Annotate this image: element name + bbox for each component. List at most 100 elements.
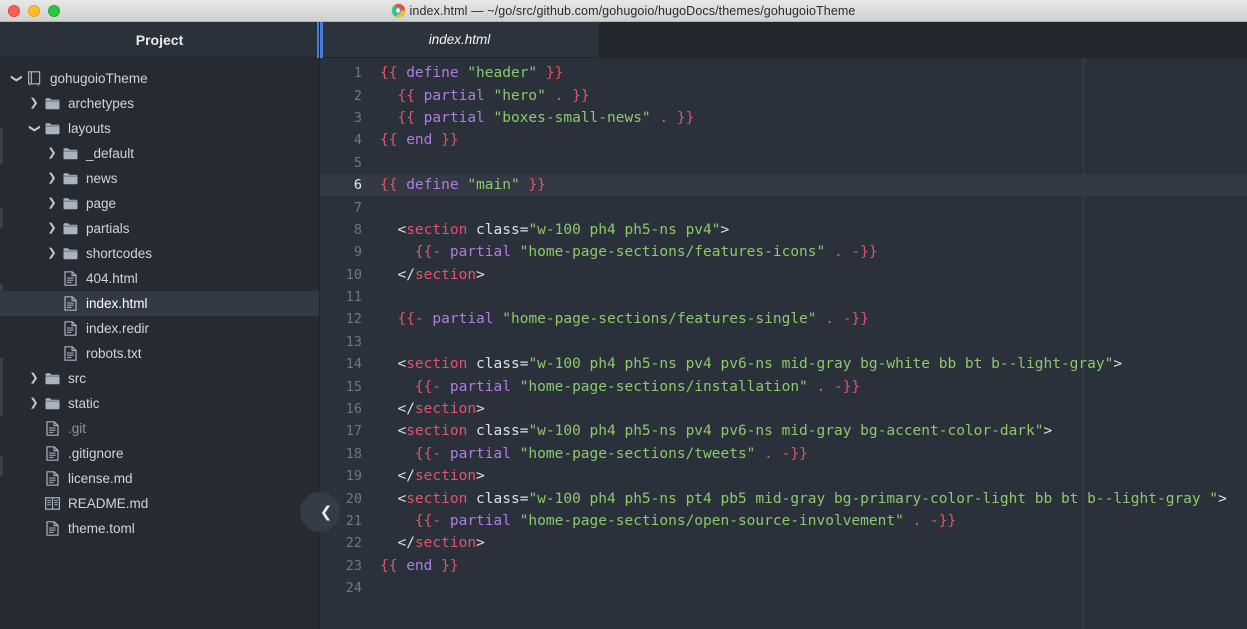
code-line[interactable]: 12 {{- partial "home-page-sections/featu… bbox=[320, 308, 1247, 330]
tree-item-readme-md[interactable]: README.md bbox=[0, 491, 319, 516]
code-line[interactable]: 4{{ end }} bbox=[320, 129, 1247, 151]
tree-item-shortcodes[interactable]: ❯shortcodes bbox=[0, 241, 319, 266]
token-plain bbox=[755, 446, 764, 462]
line-number: 17 bbox=[320, 423, 370, 439]
file-icon bbox=[42, 446, 62, 461]
code-line[interactable]: 3 {{ partial "boxes-small-news" . }} bbox=[320, 107, 1247, 129]
tree-item-license-md[interactable]: license.md bbox=[0, 466, 319, 491]
tree-item-page[interactable]: ❯page bbox=[0, 191, 319, 216]
tree-item-src[interactable]: ❯src bbox=[0, 366, 319, 391]
line-source: <section class="w-100 ph4 ph5-ns pt4 pb5… bbox=[370, 491, 1227, 507]
code-line[interactable]: 2 {{ partial "hero" . }} bbox=[320, 84, 1247, 106]
token-plain bbox=[380, 379, 415, 395]
tree-item-default[interactable]: ❯_default bbox=[0, 141, 319, 166]
chevron-right-icon[interactable]: ❯ bbox=[44, 173, 60, 184]
tree-item-label: license.md bbox=[68, 471, 133, 486]
tree-item-index-redir[interactable]: index.redir bbox=[0, 316, 319, 341]
token-punc: < bbox=[397, 423, 406, 439]
token-delim: {{ bbox=[397, 88, 414, 104]
token-plain bbox=[380, 401, 397, 417]
code-line[interactable]: 14 <section class="w-100 ph4 ph5-ns pv4 … bbox=[320, 353, 1247, 375]
file-icon bbox=[60, 296, 80, 311]
line-source: {{ end }} bbox=[370, 132, 459, 148]
chevron-down-icon[interactable]: ❯ bbox=[11, 71, 22, 87]
tree-item-partials[interactable]: ❯partials bbox=[0, 216, 319, 241]
token-punc: < bbox=[397, 356, 406, 372]
code-line[interactable]: 21 {{- partial "home-page-sections/open-… bbox=[320, 510, 1247, 532]
token-plain bbox=[380, 110, 397, 126]
chevron-right-icon[interactable]: ❯ bbox=[26, 373, 42, 384]
token-dot: . bbox=[834, 244, 843, 260]
token-plain bbox=[380, 535, 397, 551]
token-delim: {{- bbox=[415, 244, 441, 260]
code-line[interactable]: 17 <section class="w-100 ph4 ph5-ns pv4 … bbox=[320, 420, 1247, 442]
line-number: 11 bbox=[320, 289, 370, 305]
code-line[interactable]: 11 bbox=[320, 286, 1247, 308]
chevron-right-icon[interactable]: ❯ bbox=[44, 248, 60, 259]
chevron-down-icon[interactable]: ❯ bbox=[29, 121, 40, 137]
code-line[interactable]: 15 {{- partial "home-page-sections/insta… bbox=[320, 375, 1247, 397]
code-line[interactable]: 19 </section> bbox=[320, 465, 1247, 487]
code-line[interactable]: 6{{ define "main" }} bbox=[320, 174, 1247, 196]
code-line[interactable]: 8 <section class="w-100 ph4 ph5-ns pv4"> bbox=[320, 219, 1247, 241]
token-plain bbox=[441, 513, 450, 529]
code-line[interactable]: 9 {{- partial "home-page-sections/featur… bbox=[320, 241, 1247, 263]
tree-item-git[interactable]: .git bbox=[0, 416, 319, 441]
code-line[interactable]: 22 </section> bbox=[320, 532, 1247, 554]
folder-icon bbox=[60, 247, 80, 260]
tree-item-theme-toml[interactable]: theme.toml bbox=[0, 516, 319, 541]
token-dot: . bbox=[764, 446, 773, 462]
tree-item-label: .gitignore bbox=[68, 446, 124, 461]
tree-item-robots-txt[interactable]: robots.txt bbox=[0, 341, 319, 366]
token-plain bbox=[485, 110, 494, 126]
token-plain bbox=[467, 423, 476, 439]
tree-item-archetypes[interactable]: ❯archetypes bbox=[0, 91, 319, 116]
code-line[interactable]: 1{{ define "header" }} bbox=[320, 62, 1247, 84]
code-line[interactable]: 20 <section class="w-100 ph4 ph5-ns pt4 … bbox=[320, 487, 1247, 509]
close-button[interactable] bbox=[8, 5, 20, 17]
file-icon bbox=[60, 346, 80, 361]
chevron-right-icon[interactable]: ❯ bbox=[44, 148, 60, 159]
code-line[interactable]: 10 </section> bbox=[320, 264, 1247, 286]
token-delim: }} bbox=[677, 110, 694, 126]
code-line[interactable]: 7 bbox=[320, 196, 1247, 218]
minimize-button[interactable] bbox=[28, 5, 40, 17]
file-tree[interactable]: ❯gohugoioTheme❯archetypes❯layouts❯_defau… bbox=[0, 58, 319, 629]
token-dot: . bbox=[825, 311, 834, 327]
chevron-right-icon[interactable]: ❯ bbox=[26, 98, 42, 109]
token-delim: {{- bbox=[415, 379, 441, 395]
tree-item-404-html[interactable]: 404.html bbox=[0, 266, 319, 291]
token-plain bbox=[467, 491, 476, 507]
chevron-right-icon[interactable]: ❯ bbox=[26, 398, 42, 409]
token-kw: partial bbox=[432, 311, 493, 327]
token-punc: </ bbox=[397, 468, 414, 484]
folder-icon bbox=[42, 397, 62, 410]
code-line[interactable]: 5 bbox=[320, 152, 1247, 174]
folder-icon bbox=[42, 372, 62, 385]
token-plain bbox=[397, 65, 406, 81]
editor-tabbar: index.html bbox=[320, 22, 1247, 58]
code-line[interactable]: 24 bbox=[320, 577, 1247, 599]
tree-item-index-html[interactable]: index.html bbox=[0, 291, 319, 316]
sidebar-collapse-button[interactable]: ❮ bbox=[300, 492, 340, 532]
tree-item-news[interactable]: ❯news bbox=[0, 166, 319, 191]
code-line[interactable]: 23{{ end }} bbox=[320, 555, 1247, 577]
code-line[interactable]: 18 {{- partial "home-page-sections/tweet… bbox=[320, 443, 1247, 465]
chevron-right-icon[interactable]: ❯ bbox=[44, 198, 60, 209]
tab-index-html[interactable]: index.html bbox=[320, 22, 600, 57]
maximize-button[interactable] bbox=[48, 5, 60, 17]
window-controls bbox=[8, 0, 60, 22]
tree-item-layouts[interactable]: ❯layouts bbox=[0, 116, 319, 141]
tree-item-static[interactable]: ❯static bbox=[0, 391, 319, 416]
token-kw: partial bbox=[450, 446, 511, 462]
code-line[interactable]: 13 bbox=[320, 331, 1247, 353]
tree-item-gohugoiotheme[interactable]: ❯gohugoioTheme bbox=[0, 66, 319, 91]
token-delim: {{ bbox=[380, 177, 397, 193]
line-number: 22 bbox=[320, 535, 370, 551]
code-viewport[interactable]: 1{{ define "header" }}2 {{ partial "hero… bbox=[320, 58, 1247, 629]
token-punc: > bbox=[476, 468, 485, 484]
token-delim: -}} bbox=[834, 379, 860, 395]
chevron-right-icon[interactable]: ❯ bbox=[44, 223, 60, 234]
code-line[interactable]: 16 </section> bbox=[320, 398, 1247, 420]
tree-item-gitignore[interactable]: .gitignore bbox=[0, 441, 319, 466]
